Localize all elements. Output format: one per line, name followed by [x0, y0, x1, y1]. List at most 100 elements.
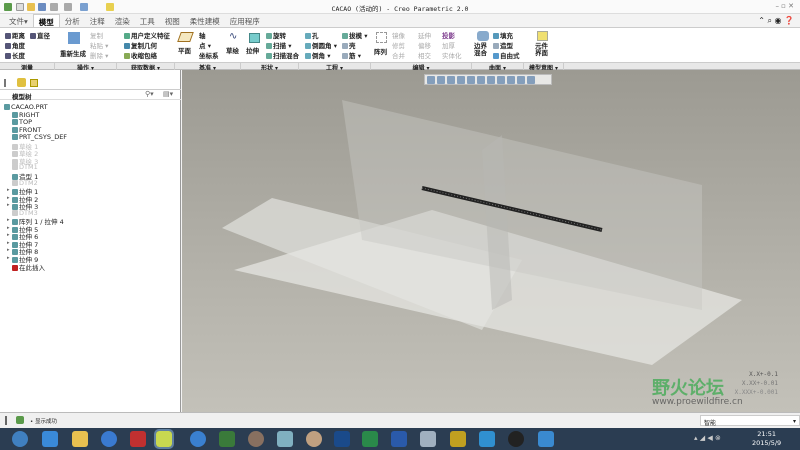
tab-3[interactable]: 注释: [85, 14, 110, 27]
qq-icon[interactable]: [508, 431, 524, 447]
expand-arrow[interactable]: ▸: [7, 247, 10, 253]
distance-button[interactable]: 距离: [5, 30, 25, 40]
diameter-button[interactable]: 直径: [30, 30, 50, 40]
expand-arrow[interactable]: ▸: [7, 195, 10, 201]
sweep-button[interactable]: 扫描 ▾: [266, 40, 292, 50]
browser-icon[interactable]: [16, 416, 24, 424]
regenerate-button[interactable]: 重新生成: [60, 48, 86, 58]
autocad-icon[interactable]: [130, 431, 146, 447]
app-icon-3[interactable]: [219, 431, 235, 447]
view-manager-icon[interactable]: [487, 76, 495, 84]
clock[interactable]: 21:51 2015/5/9: [752, 430, 781, 448]
freestyle-button[interactable]: 自由式: [493, 50, 520, 60]
delete-button[interactable]: 删除 ▾: [90, 50, 108, 60]
merge-button[interactable]: 合并: [392, 50, 405, 60]
repaint-icon[interactable]: [457, 76, 465, 84]
thicken-button[interactable]: 加厚: [442, 40, 455, 50]
solidify-button[interactable]: 实体化: [442, 50, 462, 60]
expand-arrow[interactable]: ▸: [7, 225, 10, 231]
app-icon-7[interactable]: [479, 431, 495, 447]
intersect-button[interactable]: 相交: [418, 50, 431, 60]
shrinkwrap-button[interactable]: 收缩包络: [124, 50, 157, 60]
photoshop-icon[interactable]: [334, 431, 350, 447]
plane-button[interactable]: 平面: [178, 45, 191, 55]
ie-icon[interactable]: [42, 431, 58, 447]
simulate-icon[interactable]: [527, 76, 535, 84]
copy-button[interactable]: 复制: [90, 30, 103, 40]
revolve-button[interactable]: 旋转: [266, 30, 286, 40]
layers-tab-icon[interactable]: [17, 78, 26, 87]
saved-views-icon[interactable]: [477, 76, 485, 84]
tree-show-icon[interactable]: ▤▾: [163, 90, 173, 98]
draft-button[interactable]: 拔模 ▾: [342, 30, 368, 40]
tab-5[interactable]: 工具: [135, 14, 160, 27]
expand-arrow[interactable]: ▸: [7, 187, 10, 193]
tab-0[interactable]: 文件▾: [4, 14, 33, 27]
explorer-icon[interactable]: [72, 431, 88, 447]
angle-button[interactable]: 角度: [5, 40, 25, 50]
sketch-button[interactable]: 草绘: [226, 45, 239, 55]
app-icon-4[interactable]: [248, 431, 264, 447]
tab-1[interactable]: 模型: [32, 14, 60, 27]
paint-icon[interactable]: [306, 431, 322, 447]
expand-arrow[interactable]: ▸: [7, 202, 10, 208]
tab-6[interactable]: 视图: [160, 14, 185, 27]
app-icon-6[interactable]: [450, 431, 466, 447]
pattern-button[interactable]: 阵列: [374, 46, 387, 56]
tree-settings-icon[interactable]: ⚲▾: [145, 90, 154, 98]
point-button[interactable]: 点 ▾: [199, 40, 211, 50]
extend-button[interactable]: 延伸: [418, 30, 431, 40]
graphics-viewport[interactable]: X.X+-0.1 X.XX+-0.01 X.XXX+-0.001 野火论坛 ww…: [182, 70, 800, 412]
round-button[interactable]: 倒圆角 ▾: [305, 40, 337, 50]
boundary-blend-button[interactable]: 边界混合: [474, 43, 488, 57]
excel-icon[interactable]: [362, 431, 378, 447]
fill-button[interactable]: 填充: [493, 30, 513, 40]
notepad-icon[interactable]: [277, 431, 293, 447]
hole-button[interactable]: 孔: [305, 30, 319, 40]
expand-arrow[interactable]: ▸: [7, 217, 10, 223]
zoom-out-icon[interactable]: [447, 76, 455, 84]
tree-item[interactable]: 在此插入: [12, 262, 45, 272]
component-interface-button[interactable]: 元件界面: [535, 43, 549, 57]
csys-button[interactable]: 坐标系: [199, 50, 219, 60]
datum-display-icon[interactable]: [497, 76, 505, 84]
swept-blend-button[interactable]: 扫描混合: [266, 50, 299, 60]
length-button[interactable]: 长度: [5, 50, 25, 60]
tab-4[interactable]: 渲染: [110, 14, 135, 27]
rib-button[interactable]: 筋 ▾: [342, 50, 361, 60]
selection-filter[interactable]: 智能 ▾: [700, 415, 800, 427]
app-icon-5[interactable]: [420, 431, 436, 447]
expand-arrow[interactable]: ▸: [7, 232, 10, 238]
toggle-navigator-icon[interactable]: [5, 416, 12, 425]
app-icon-2[interactable]: [190, 431, 206, 447]
creo-icon[interactable]: [154, 429, 174, 449]
mirror-button[interactable]: 镜像: [392, 30, 405, 40]
annotation-display-icon[interactable]: [507, 76, 515, 84]
chamfer-button[interactable]: 倒角 ▾: [305, 50, 331, 60]
start-icon[interactable]: [12, 431, 28, 447]
project-button[interactable]: 投影: [442, 30, 455, 40]
model-tree-tab-icon[interactable]: [4, 79, 12, 87]
offset-button[interactable]: 偏移: [418, 40, 431, 50]
spin-center-icon[interactable]: [517, 76, 525, 84]
app-icon-1[interactable]: [101, 431, 117, 447]
download-icon[interactable]: [538, 431, 554, 447]
folder-tab-icon[interactable]: [30, 79, 38, 87]
expand-arrow[interactable]: ▸: [7, 255, 10, 261]
expand-arrow[interactable]: ▸: [7, 240, 10, 246]
shell-button[interactable]: 壳: [342, 40, 356, 50]
style-button[interactable]: 造型: [493, 40, 513, 50]
display-style-icon[interactable]: [467, 76, 475, 84]
word-icon[interactable]: [391, 431, 407, 447]
copy-geometry-button[interactable]: 复制几何: [124, 40, 157, 50]
extrude-button[interactable]: 拉伸: [246, 45, 259, 55]
tab-2[interactable]: 分析: [60, 14, 85, 27]
axis-button[interactable]: 轴: [199, 30, 206, 40]
udf-button[interactable]: 用户定义特征: [124, 30, 170, 40]
zoom-in-icon[interactable]: [437, 76, 445, 84]
tab-8[interactable]: 应用程序: [225, 14, 265, 27]
window-controls[interactable]: – ▫ ✕: [775, 2, 794, 10]
refit-icon[interactable]: [427, 76, 435, 84]
tab-7[interactable]: 柔性建模: [185, 14, 225, 27]
paste-button[interactable]: 粘贴 ▾: [90, 40, 108, 50]
